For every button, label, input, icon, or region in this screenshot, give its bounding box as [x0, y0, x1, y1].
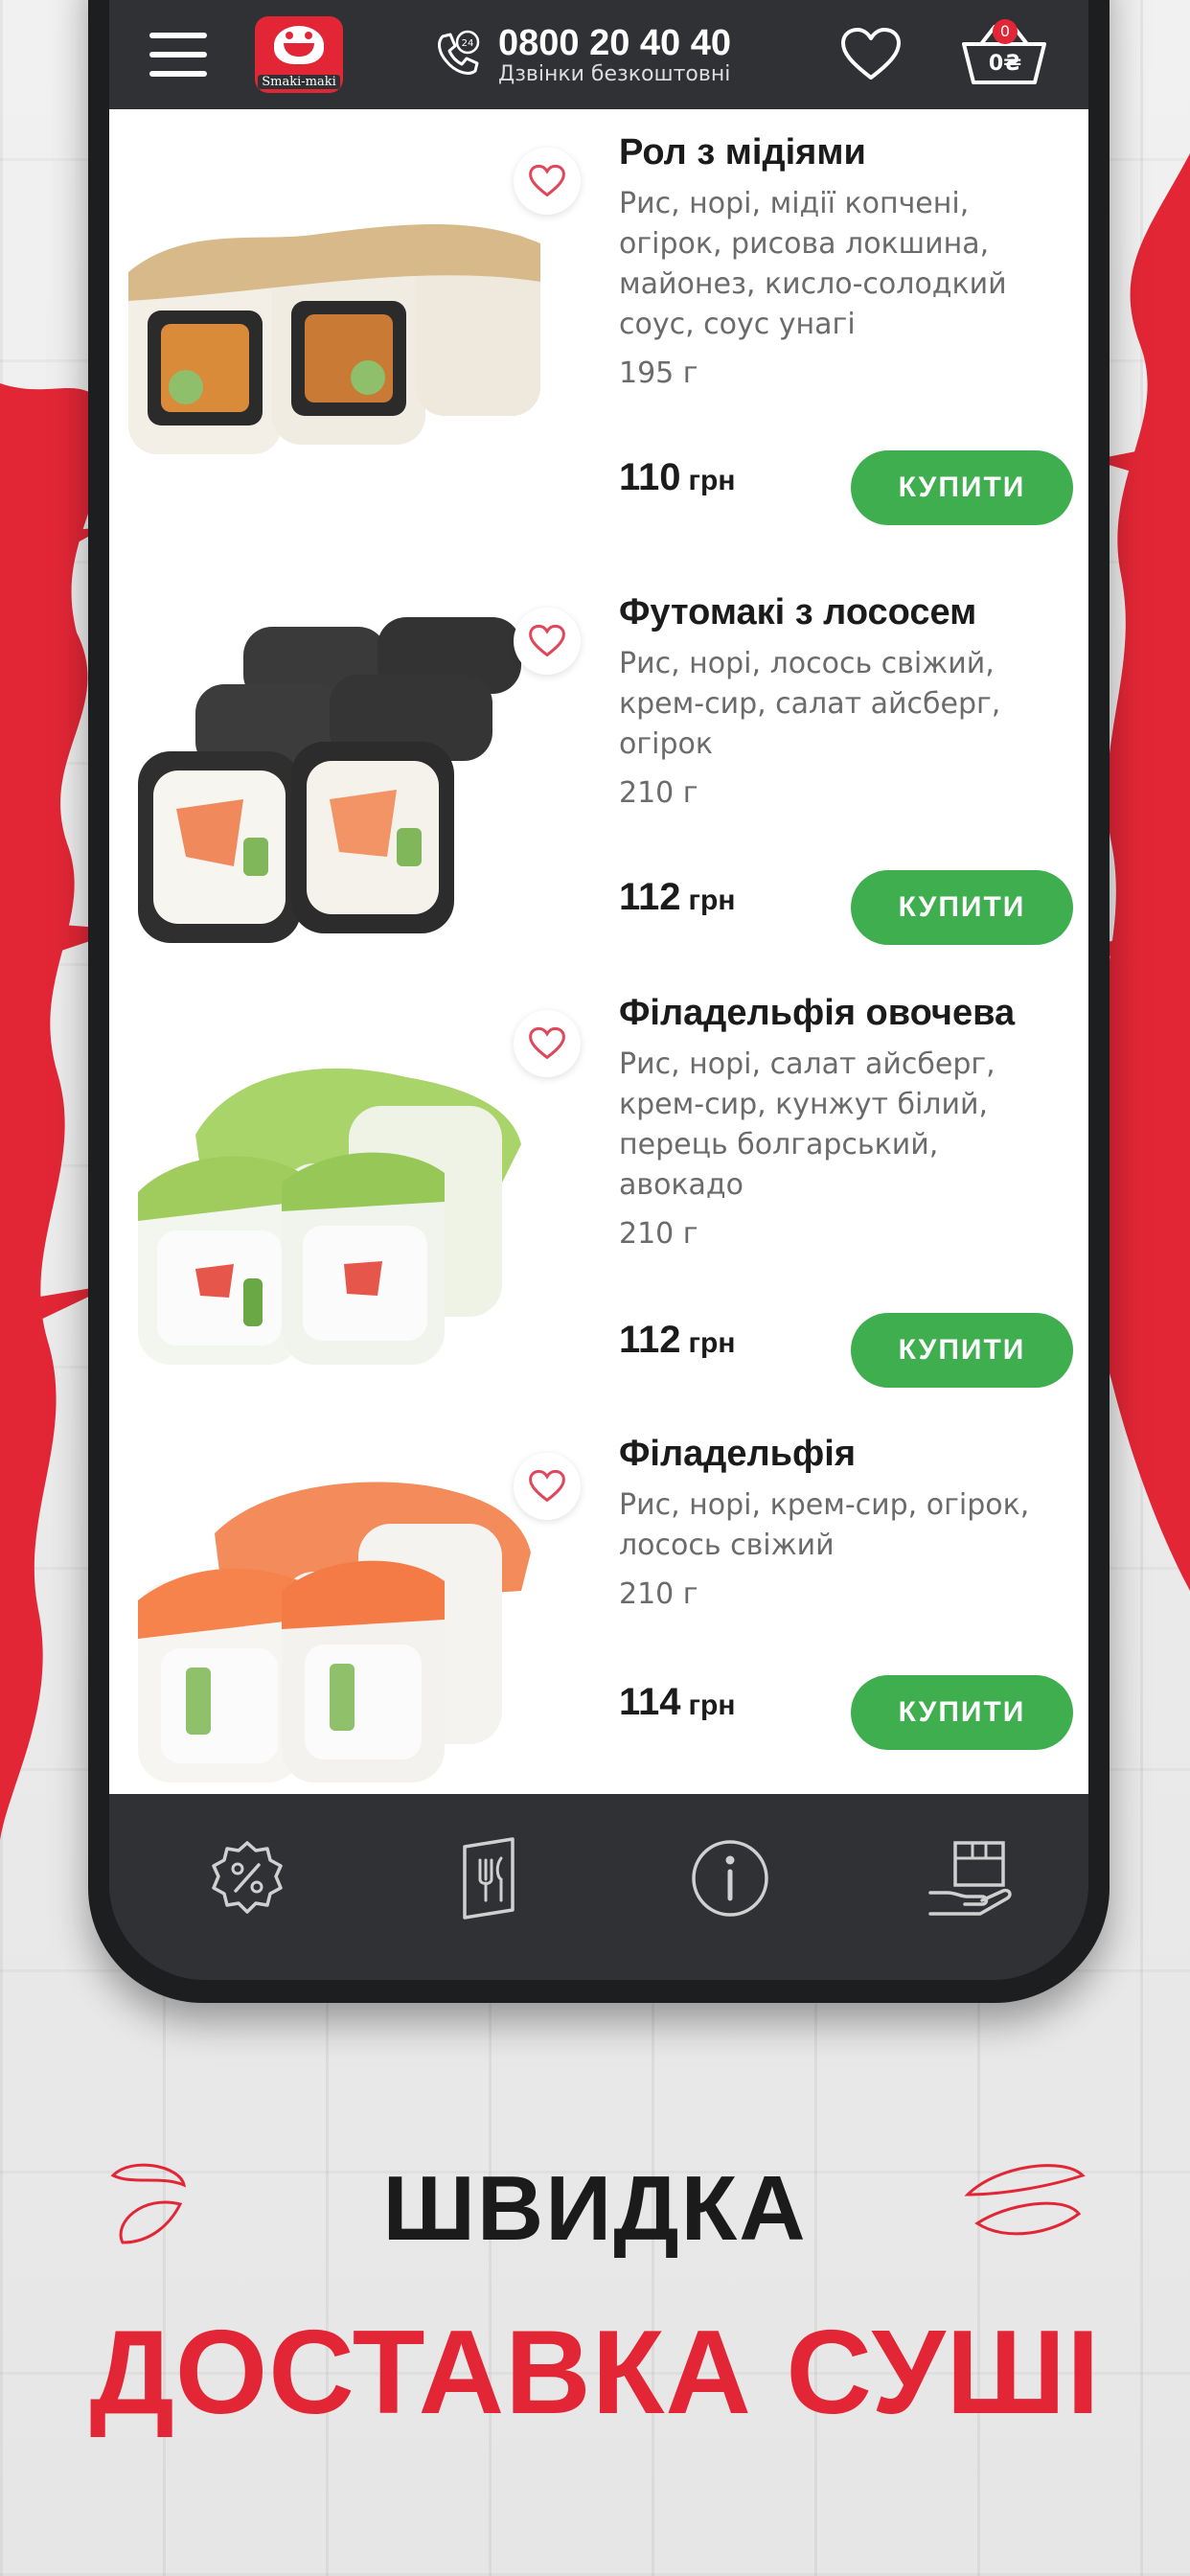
price-currency: грн	[688, 885, 736, 916]
product-title[interactable]: Філадельфія овочева	[619, 991, 1069, 1035]
product-description: Рис, норі, лосось свіжий, крем-сир, сала…	[619, 647, 1001, 761]
favorite-button[interactable]	[514, 148, 581, 215]
phone-frame: Smaki-maki 24 0800 20 40 40 Дзвінки безк…	[88, 0, 1110, 2003]
cart-total: 0₴	[988, 52, 1022, 76]
menu-book-icon	[463, 1837, 515, 1920]
product-price: 110 грн	[619, 456, 735, 499]
product-weight: 195 г	[619, 356, 698, 390]
favorite-button[interactable]	[514, 1453, 581, 1520]
product-info: Філадельфія Рис, норі, крем-сир, огірок,…	[619, 1432, 1069, 1611]
hamburger-line	[149, 52, 207, 58]
heart-icon	[529, 624, 565, 657]
product-info: Футомакі з лососем Рис, норі, лосось сві…	[619, 590, 1069, 810]
product-weight: 210 г	[619, 1217, 698, 1251]
info-icon	[692, 1840, 768, 1917]
nav-menu[interactable]	[445, 1832, 537, 1924]
product-list: Рол з мідіями Рис, норі, мідії копчені, …	[109, 109, 1088, 1794]
heart-icon	[529, 1469, 565, 1503]
app-logo[interactable]: Smaki-maki	[255, 16, 343, 93]
favorite-button[interactable]	[514, 608, 581, 675]
logo-text: Smaki-maki	[258, 75, 340, 89]
price-value: 110	[619, 456, 681, 498]
favorites-heart-icon[interactable]	[839, 26, 903, 83]
menu-button[interactable]	[149, 33, 207, 77]
delivery-box-icon	[928, 1841, 1012, 1916]
logo-eye	[286, 32, 293, 39]
tagline-line2: ДОСТАВКА СУШІ	[89, 2307, 1101, 2439]
product-description: Рис, норі, салат айсберг, крем-сир, кунж…	[619, 1047, 995, 1202]
call-block[interactable]: 24 0800 20 40 40 Дзвінки безкоштовні	[429, 24, 731, 86]
product-info: Рол з мідіями Рис, норі, мідії копчені, …	[619, 130, 1069, 390]
nav-delivery[interactable]	[924, 1832, 1016, 1924]
app-screen: Smaki-maki 24 0800 20 40 40 Дзвінки безк…	[109, 0, 1088, 1980]
product-price: 114 грн	[619, 1681, 735, 1724]
hamburger-line	[149, 33, 207, 38]
price-currency: грн	[688, 1690, 736, 1721]
nav-info[interactable]	[684, 1832, 776, 1924]
top-bar: Smaki-maki 24 0800 20 40 40 Дзвінки безк…	[109, 0, 1088, 109]
hamburger-line	[149, 71, 207, 77]
buy-button[interactable]: КУПИТИ	[851, 450, 1073, 525]
heart-icon	[529, 164, 565, 197]
nav-promotions[interactable]	[201, 1832, 293, 1924]
top-actions: 0 0₴	[839, 19, 1048, 86]
product-card: Філадельфія Рис, норі, крем-сир, огірок,…	[109, 1432, 1088, 1794]
tagline-line1: ШВИДКА	[382, 2157, 808, 2260]
price-value: 112	[619, 876, 681, 918]
product-weight: 210 г	[619, 1577, 698, 1611]
logo-eye	[305, 32, 312, 39]
product-card: Філадельфія овочева Рис, норі, салат айс…	[109, 991, 1088, 1432]
phone-number: 0800 20 40 40	[498, 22, 732, 63]
cart-count-badge: 0	[993, 19, 1018, 44]
product-price: 112 грн	[619, 876, 735, 919]
product-price: 112 грн	[619, 1319, 735, 1362]
product-description: Рис, норі, мідії копчені, огірок, рисова…	[619, 187, 1007, 341]
price-value: 114	[619, 1681, 681, 1723]
price-currency: грн	[688, 465, 736, 496]
price-currency: грн	[688, 1327, 736, 1359]
heart-icon	[529, 1026, 565, 1060]
phone-note: Дзвінки безкоштовні	[498, 61, 731, 86]
buy-button[interactable]: КУПИТИ	[851, 1675, 1073, 1750]
product-title[interactable]: Футомакі з лососем	[619, 590, 1069, 634]
product-card: Рол з мідіями Рис, норі, мідії копчені, …	[109, 109, 1088, 569]
favorite-button[interactable]	[514, 1010, 581, 1077]
product-image	[138, 617, 521, 943]
product-image	[138, 1482, 531, 1782]
buy-button[interactable]: КУПИТИ	[851, 870, 1073, 945]
product-weight: 210 г	[619, 776, 698, 810]
svg-text:24: 24	[462, 38, 474, 49]
product-title[interactable]: Філадельфія	[619, 1432, 1069, 1476]
product-info: Філадельфія овочева Рис, норі, салат айс…	[619, 991, 1069, 1251]
cart-button[interactable]: 0 0₴	[960, 19, 1048, 86]
price-value: 112	[619, 1319, 681, 1361]
product-image	[138, 1068, 521, 1365]
product-image	[128, 224, 540, 454]
phone-24-icon: 24	[438, 30, 480, 75]
product-description: Рис, норі, крем-сир, огірок, лосось свіж…	[619, 1488, 1030, 1562]
discount-badge-icon	[212, 1841, 283, 1914]
product-title[interactable]: Рол з мідіями	[619, 130, 1069, 174]
buy-button[interactable]: КУПИТИ	[851, 1313, 1073, 1388]
product-card: Футомакі з лососем Рис, норі, лосось сві…	[109, 569, 1088, 991]
bottom-nav	[109, 1794, 1088, 1980]
